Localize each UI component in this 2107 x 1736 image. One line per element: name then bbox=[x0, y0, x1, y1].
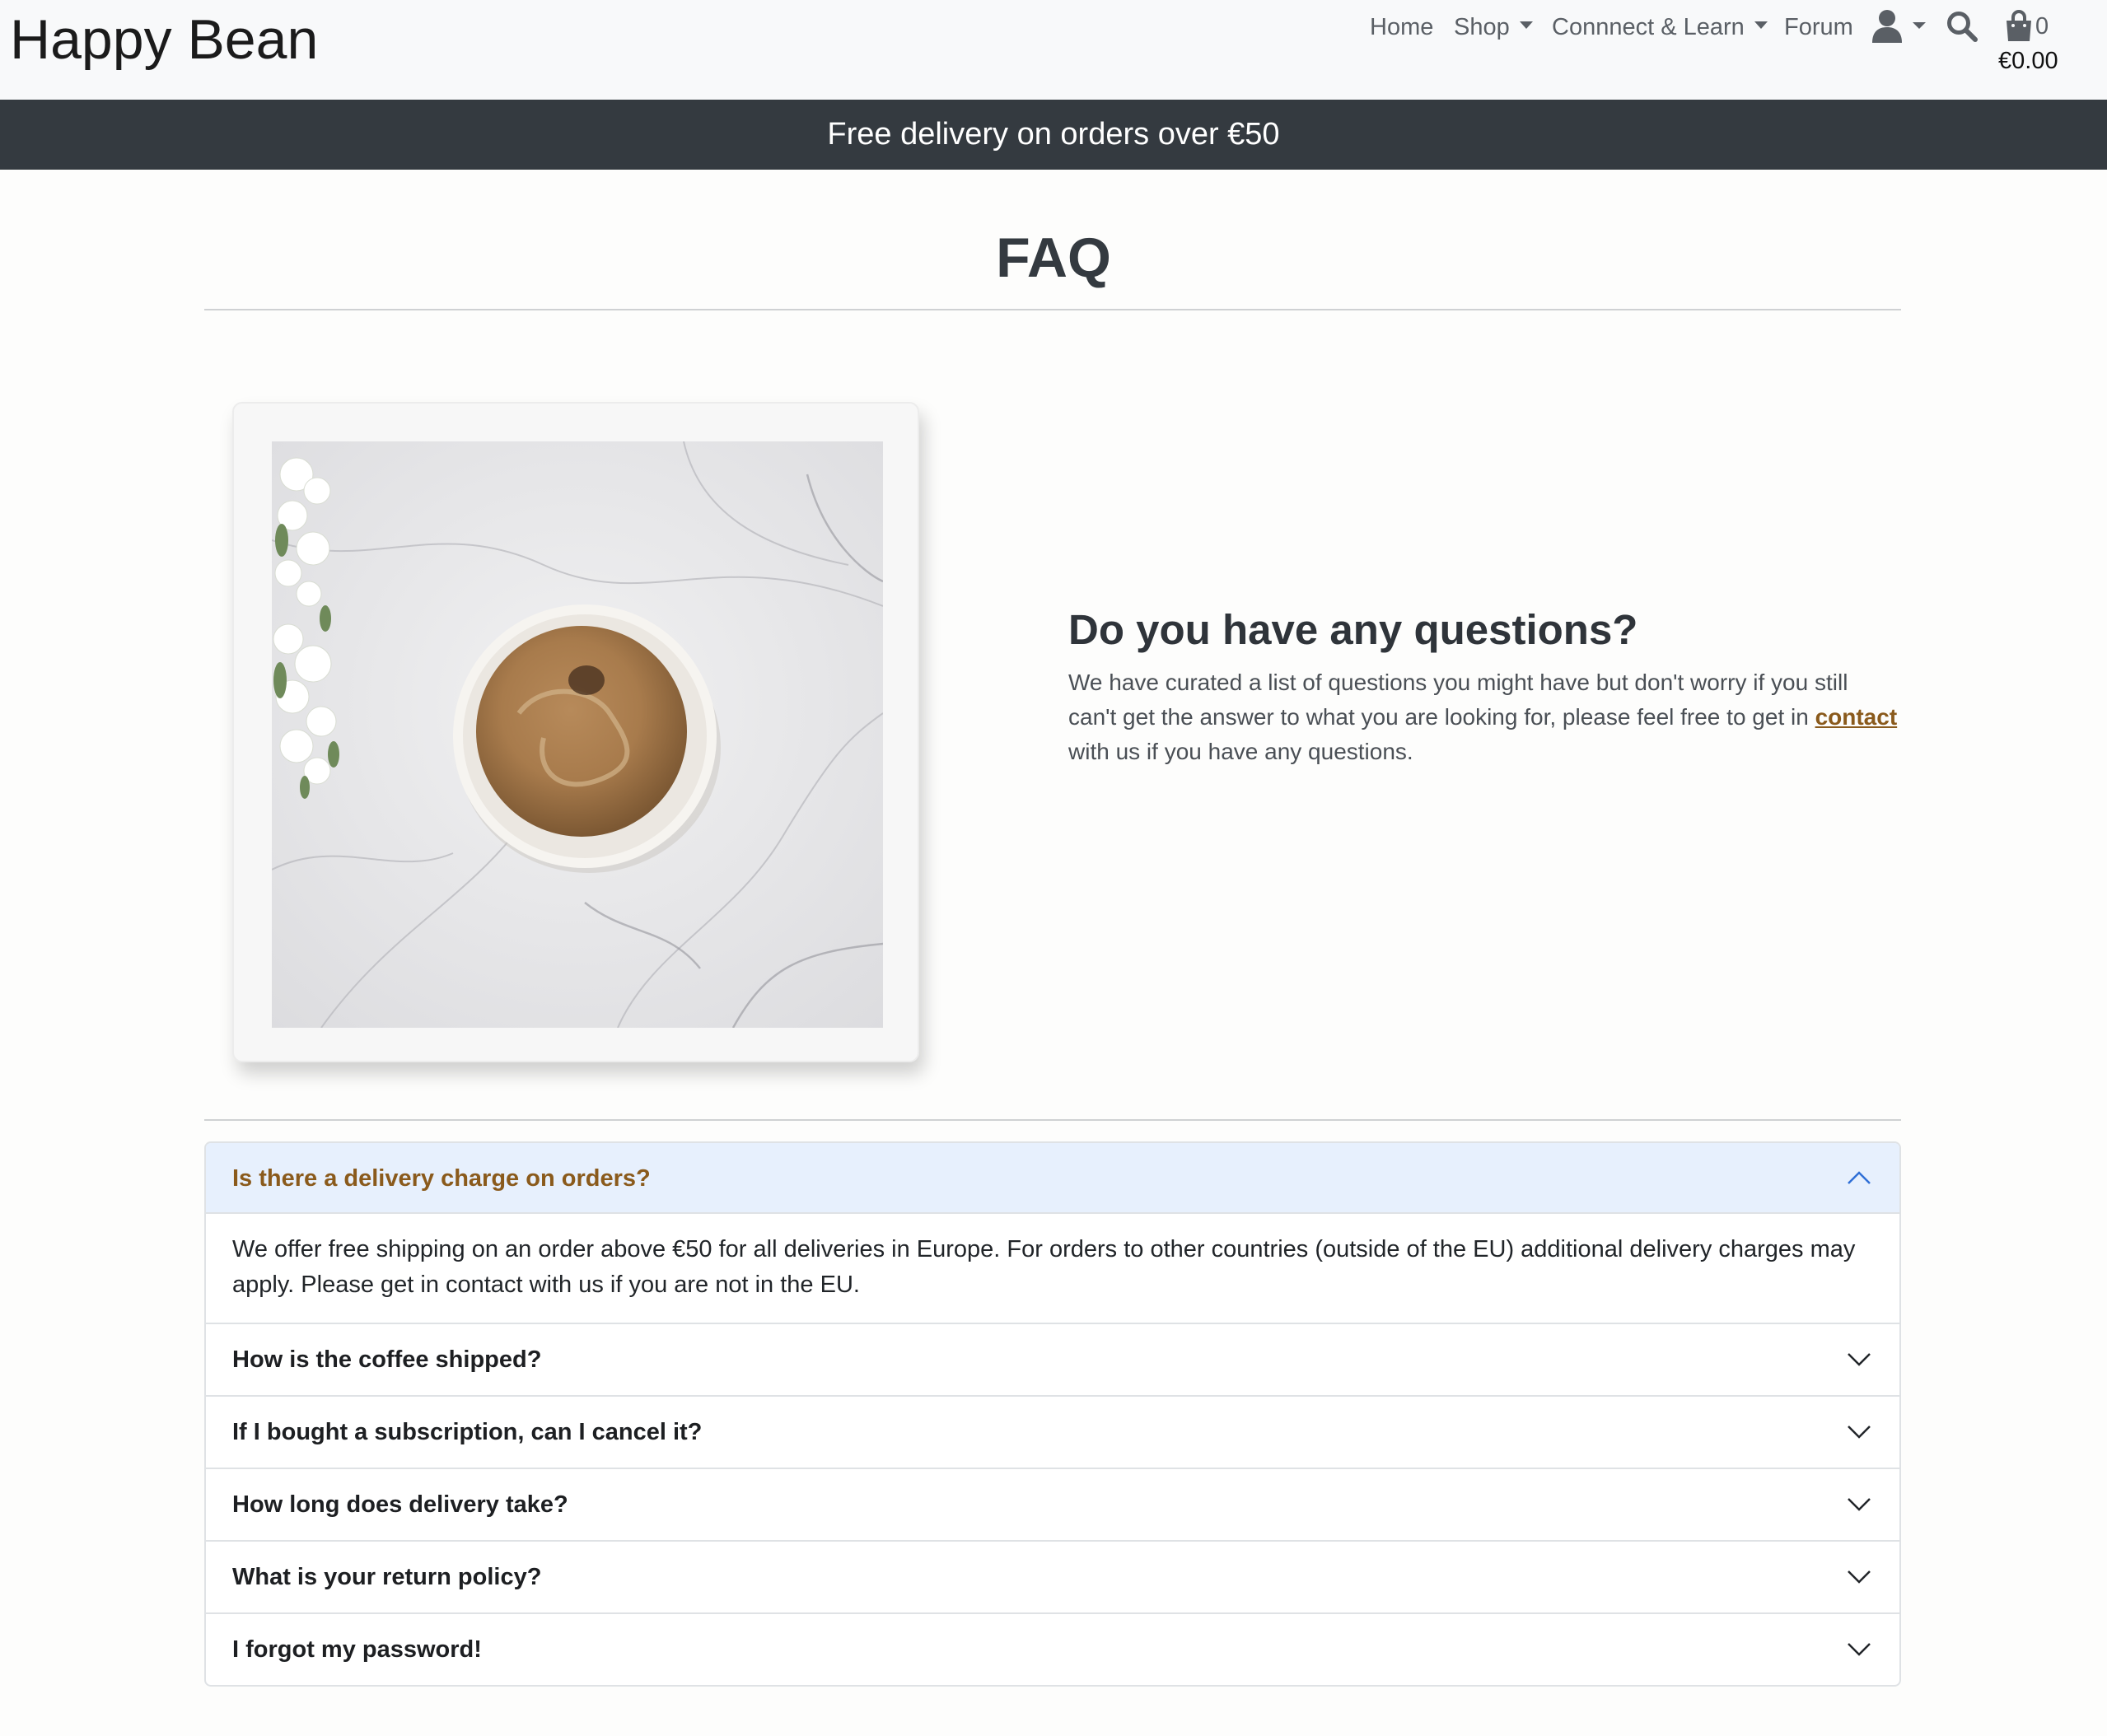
faq-item: How is the coffee shipped? bbox=[206, 1324, 1899, 1397]
chevron-down-icon bbox=[1848, 1643, 1871, 1656]
faq-question-forgot-password[interactable]: I forgot my password! bbox=[206, 1614, 1899, 1685]
shopping-bag-icon bbox=[2007, 10, 2031, 41]
user-icon bbox=[1872, 10, 1926, 43]
faq-item: How long does delivery take? bbox=[206, 1469, 1899, 1542]
chevron-down-icon bbox=[1754, 21, 1768, 29]
chevron-up-icon bbox=[1848, 1171, 1871, 1184]
cart-total[interactable]: €0.00 bbox=[1998, 44, 2058, 77]
cart-count[interactable]: 0 bbox=[2035, 10, 2049, 43]
chevron-down-icon bbox=[1519, 21, 1533, 29]
chevron-down-icon bbox=[1848, 1353, 1871, 1366]
faq-question-text: What is your return policy? bbox=[232, 1564, 542, 1590]
faq-question-text: Is there a delivery charge on orders? bbox=[232, 1165, 651, 1192]
page-title: FAQ bbox=[996, 226, 1111, 289]
faq-question-delivery-time[interactable]: How long does delivery take? bbox=[206, 1469, 1899, 1540]
faq-question-shipping[interactable]: How is the coffee shipped? bbox=[206, 1324, 1899, 1395]
faq-item: What is your return policy? bbox=[206, 1542, 1899, 1614]
nav-connect-label: Connnect & Learn bbox=[1552, 14, 1745, 40]
faq-question-text: How long does delivery take? bbox=[232, 1491, 568, 1518]
navbar: Happy Bean Home Shop Connnect & Learn Fo… bbox=[0, 0, 2107, 100]
brand-logo[interactable]: Happy Bean bbox=[10, 5, 318, 74]
contact-link[interactable]: contact bbox=[1815, 704, 1898, 730]
delivery-banner: Free delivery on orders over €50 bbox=[0, 100, 2107, 170]
faq-question-return-policy[interactable]: What is your return policy? bbox=[206, 1542, 1899, 1612]
cart-button[interactable] bbox=[2004, 10, 2034, 47]
search-button[interactable] bbox=[1946, 10, 1979, 47]
faq-item: I forgot my password! bbox=[206, 1614, 1899, 1685]
search-icon bbox=[1947, 12, 1978, 42]
nav-connect-learn[interactable]: Connnect & Learn bbox=[1552, 8, 1768, 46]
nav-home[interactable]: Home bbox=[1370, 8, 1433, 46]
faq-question-text: If I bought a subscription, can I cancel… bbox=[232, 1419, 703, 1445]
faq-image-frame bbox=[232, 402, 919, 1062]
divider bbox=[204, 1119, 1901, 1121]
coffee-cup-image bbox=[272, 441, 883, 1028]
chevron-down-icon bbox=[1913, 22, 1926, 29]
intro-text-before: We have curated a list of questions you … bbox=[1068, 670, 1848, 730]
nav-shop[interactable]: Shop bbox=[1454, 8, 1533, 46]
account-menu-button[interactable] bbox=[1871, 8, 1929, 49]
nav-shop-label: Shop bbox=[1454, 14, 1510, 40]
divider bbox=[204, 309, 1901, 310]
faq-answer: We offer free shipping on an order above… bbox=[232, 1236, 1856, 1298]
nav-forum[interactable]: Forum bbox=[1784, 8, 1853, 46]
faq-question-delivery-charge[interactable]: Is there a delivery charge on orders? bbox=[206, 1143, 1899, 1214]
faq-accordion: Is there a delivery charge on orders? We… bbox=[204, 1141, 1901, 1687]
faq-item: Is there a delivery charge on orders? We… bbox=[206, 1143, 1899, 1324]
chevron-down-icon bbox=[1848, 1498, 1871, 1511]
intro-text-after: with us if you have any questions. bbox=[1068, 739, 1413, 764]
intro-text: We have curated a list of questions you … bbox=[1068, 665, 1900, 769]
faq-item: If I bought a subscription, can I cancel… bbox=[206, 1397, 1899, 1469]
chevron-down-icon bbox=[1848, 1570, 1871, 1584]
faq-question-subscription[interactable]: If I bought a subscription, can I cancel… bbox=[206, 1397, 1899, 1468]
intro-heading: Do you have any questions? bbox=[1068, 606, 1638, 653]
faq-question-text: I forgot my password! bbox=[232, 1636, 482, 1663]
chevron-down-icon bbox=[1848, 1426, 1871, 1439]
faq-question-text: How is the coffee shipped? bbox=[232, 1346, 542, 1373]
